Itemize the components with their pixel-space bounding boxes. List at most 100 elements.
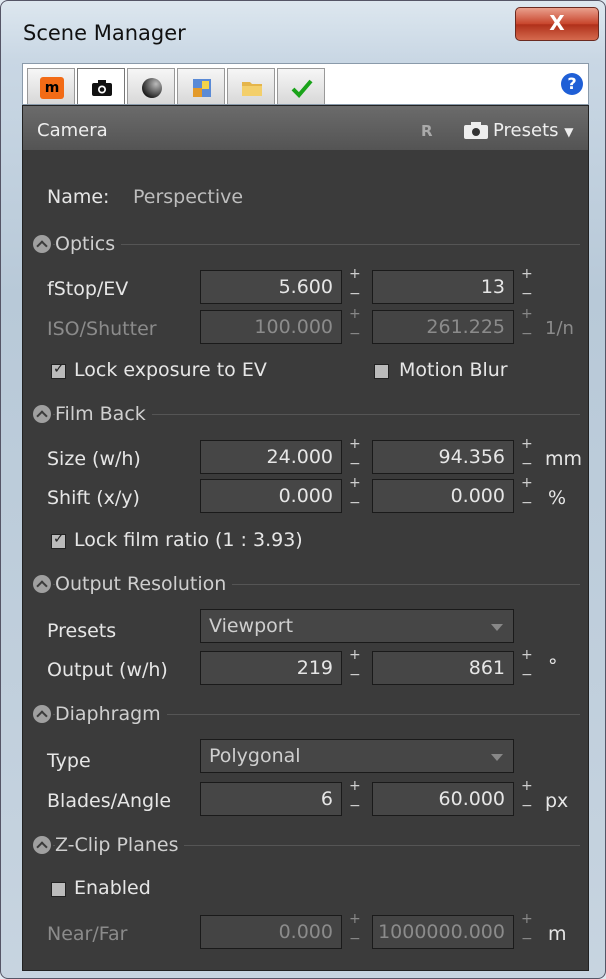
camera-name: Perspective [133, 186, 244, 208]
name-label: Name: [47, 186, 110, 208]
tab-render[interactable] [277, 68, 325, 104]
shift-y-field[interactable]: 0.000 [372, 479, 514, 513]
presets-menu[interactable]: Presets ▼ [493, 120, 573, 141]
shutter-field[interactable]: 261.225 [372, 310, 514, 344]
folder-icon [242, 82, 262, 96]
chevron-down-icon: ▼ [564, 125, 574, 139]
scene-manager-window: Scene Manager X m ? Camera R Presets ▼ N… [0, 0, 606, 979]
panel-title: Camera [37, 120, 108, 141]
output-size-label: Output (w/h) [47, 659, 168, 681]
title-bar[interactable]: Scene Manager X [1, 1, 605, 63]
checkmark-icon [291, 79, 313, 98]
collapse-icon [33, 575, 51, 593]
optics-section[interactable]: Optics [33, 233, 588, 257]
motion-blur-checkbox[interactable] [374, 364, 389, 379]
window-title: Scene Manager [23, 21, 186, 45]
shutter-unit: 1/n [545, 318, 574, 339]
size-unit: mm [545, 448, 583, 470]
presets-label: Presets [493, 120, 559, 141]
output-presets-dropdown[interactable]: Viewport [200, 609, 514, 643]
section-title: Output Resolution [55, 573, 233, 595]
shift-label: Shift (x/y) [47, 487, 140, 509]
film-height-stepper[interactable]: + − [520, 436, 534, 474]
collapse-icon [33, 235, 51, 253]
collapse-icon [33, 405, 51, 423]
film-back-section[interactable]: Film Back [33, 403, 588, 427]
type-label: Type [47, 750, 91, 772]
tab-image[interactable] [177, 68, 225, 104]
output-height-stepper[interactable]: + − [520, 647, 534, 685]
blades-label: Blades/Angle [47, 790, 172, 812]
near-field[interactable]: 0.000 [200, 915, 342, 949]
film-height-field[interactable]: 94.356 [372, 440, 514, 474]
environment-sphere-icon [142, 78, 162, 98]
output-width-field[interactable]: 219 [200, 651, 342, 685]
image-icon [193, 79, 211, 97]
help-icon[interactable]: ? [561, 73, 583, 95]
blades-stepper[interactable]: + − [348, 778, 362, 816]
panel-header: Camera R Presets ▼ [23, 106, 588, 150]
near-far-label: Near/Far [47, 923, 128, 945]
film-width-field[interactable]: 24.000 [200, 440, 342, 474]
shift-y-stepper[interactable]: + − [520, 475, 534, 513]
tab-camera[interactable] [77, 68, 125, 104]
iso-label: ISO/Shutter [47, 318, 157, 340]
fstop-field[interactable]: 5.600 [200, 270, 342, 304]
angle-stepper[interactable]: + − [520, 778, 534, 816]
fstop-label: fStop/EV [47, 278, 129, 300]
output-resolution-section[interactable]: Output Resolution [33, 573, 588, 597]
diaphragm-section[interactable]: Diaphragm [33, 703, 588, 727]
close-icon: X [549, 11, 565, 35]
lock-film-ratio-label: Lock film ratio (1 : 3.93) [74, 529, 303, 551]
near-far-unit: m [548, 923, 567, 945]
shift-x-stepper[interactable]: + − [348, 475, 362, 513]
output-presets-value: Viewport [209, 615, 294, 637]
output-presets-label: Presets [47, 620, 117, 642]
presets-camera-icon [464, 122, 488, 139]
diaphragm-type-value: Polygonal [209, 745, 301, 767]
tab-bar: m [22, 63, 589, 105]
reset-button[interactable]: R [421, 122, 433, 140]
section-title: Film Back [55, 403, 152, 425]
tab-material[interactable]: m [27, 68, 75, 104]
shift-unit: % [548, 487, 567, 509]
blades-field[interactable]: 6 [200, 782, 342, 816]
tab-environment[interactable] [127, 68, 175, 104]
fstop-stepper[interactable]: + − [348, 266, 362, 304]
collapse-icon [33, 705, 51, 723]
blades-unit: px [545, 790, 569, 812]
far-field[interactable]: 1000000.000 [372, 915, 514, 949]
diaphragm-type-dropdown[interactable]: Polygonal [200, 739, 514, 773]
camera-icon [92, 80, 112, 96]
output-width-stepper[interactable]: + − [348, 647, 362, 685]
collapse-icon [33, 836, 51, 854]
ev-field[interactable]: 13 [372, 270, 514, 304]
output-height-field[interactable]: 861 [372, 651, 514, 685]
motion-blur-label: Motion Blur [399, 359, 508, 381]
shutter-stepper[interactable]: + − [520, 306, 534, 344]
z-clip-enabled-checkbox[interactable] [51, 882, 66, 897]
angle-field[interactable]: 60.000 [372, 782, 514, 816]
lock-exposure-checkbox[interactable] [51, 361, 66, 379]
near-stepper[interactable]: + − [348, 911, 362, 949]
section-title: Z-Clip Planes [55, 834, 185, 856]
section-title: Optics [55, 233, 122, 255]
camera-panel: Camera R Presets ▼ Name: Perspective Opt… [22, 105, 589, 971]
chevron-down-icon [491, 754, 503, 761]
iso-field[interactable]: 100.000 [200, 310, 342, 344]
lock-exposure-label: Lock exposure to EV [74, 359, 267, 381]
chevron-down-icon [491, 624, 503, 631]
shift-x-field[interactable]: 0.000 [200, 479, 342, 513]
material-icon: m [40, 77, 64, 99]
lock-film-ratio-checkbox[interactable] [51, 531, 66, 549]
output-unit: ° [548, 655, 558, 677]
far-stepper[interactable]: + − [520, 911, 534, 949]
film-width-stepper[interactable]: + − [348, 436, 362, 474]
tab-folder[interactable] [227, 68, 275, 104]
z-clip-enabled-label: Enabled [74, 877, 151, 899]
section-title: Diaphragm [55, 703, 167, 725]
ev-stepper[interactable]: + − [520, 266, 534, 304]
close-button[interactable]: X [515, 7, 599, 41]
iso-stepper[interactable]: + − [348, 306, 362, 344]
z-clip-section[interactable]: Z-Clip Planes [33, 834, 588, 858]
